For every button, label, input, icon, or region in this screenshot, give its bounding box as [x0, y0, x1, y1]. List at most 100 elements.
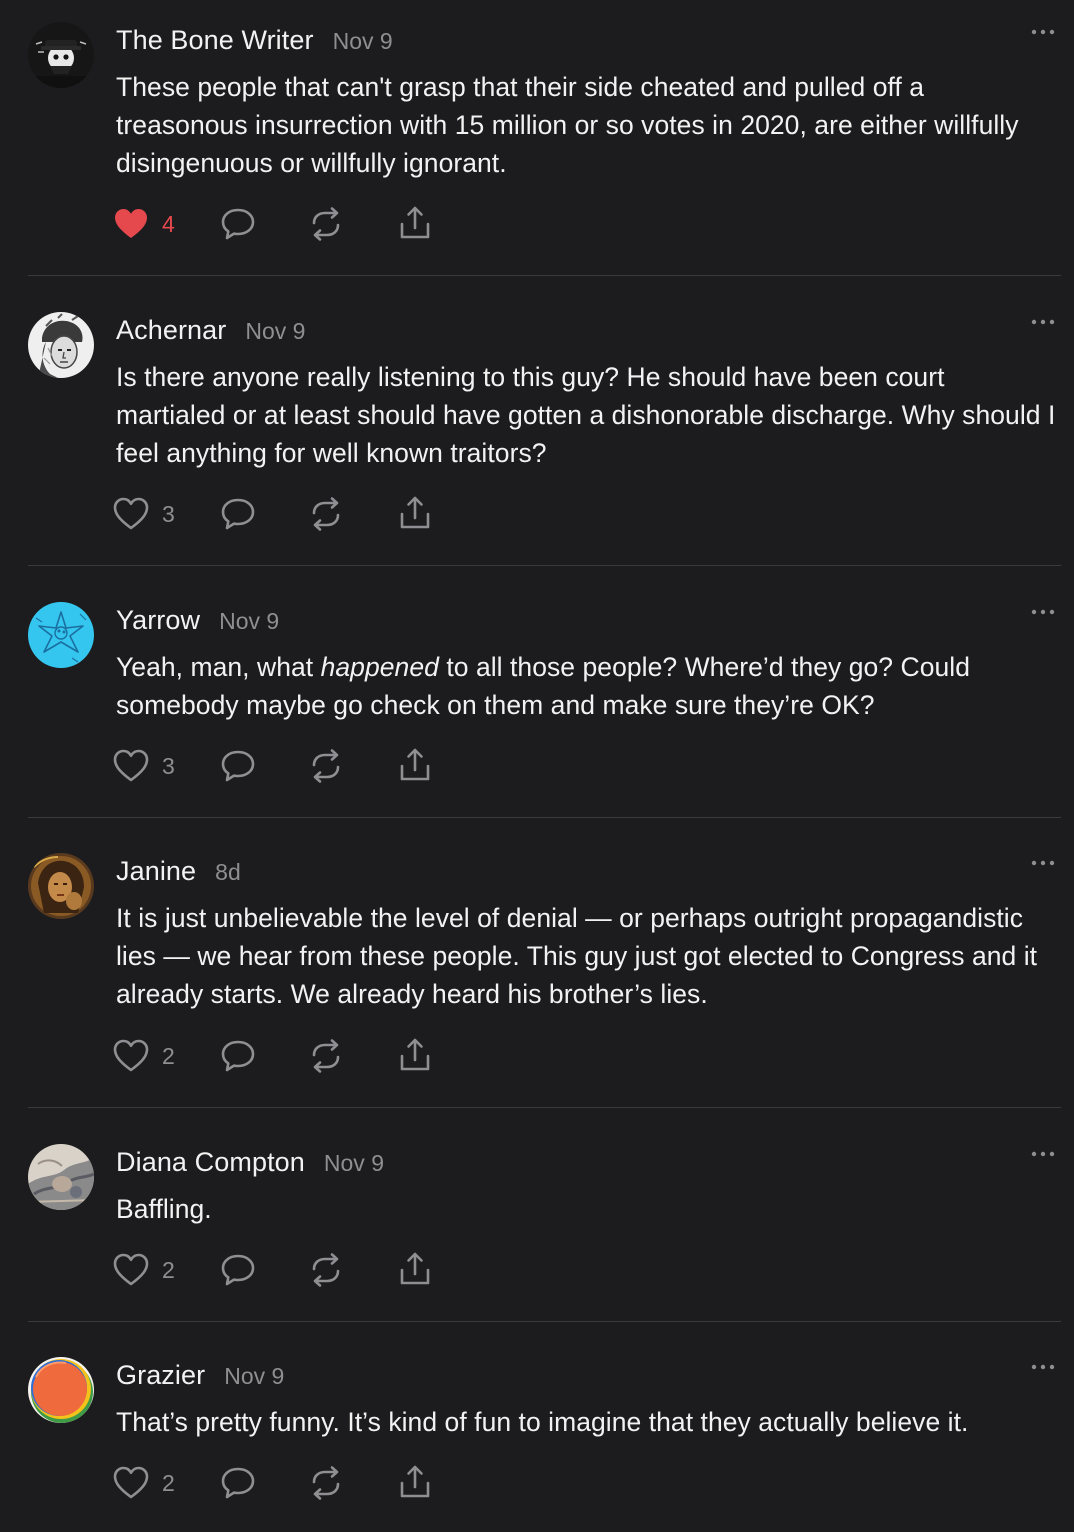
- author-name[interactable]: The Bone Writer: [116, 25, 314, 56]
- like-button[interactable]: 2: [112, 1036, 175, 1076]
- comment-text: Is there anyone really listening to this…: [116, 362, 1056, 468]
- divider: [28, 1107, 1061, 1108]
- avatar[interactable]: [28, 1144, 94, 1210]
- restack-icon: [312, 749, 340, 783]
- speech-bubble-icon: [221, 1467, 255, 1499]
- restack-icon: [312, 497, 340, 531]
- share-icon: [400, 1252, 430, 1285]
- comment-header: Achernar Nov 9: [116, 315, 305, 351]
- like-button[interactable]: 3: [112, 494, 175, 534]
- more-options-button[interactable]: [1026, 314, 1060, 330]
- restack-button[interactable]: [306, 1036, 346, 1076]
- reply-button[interactable]: [218, 204, 258, 244]
- comment-date[interactable]: Nov 9: [333, 28, 393, 55]
- like-button[interactable]: 2: [112, 1250, 175, 1290]
- share-button[interactable]: [395, 1463, 435, 1503]
- restack-icon: [312, 1253, 340, 1287]
- comment-item: Grazier Nov 9 That’s pretty funny. It’s …: [0, 1357, 1074, 1532]
- share-icon: [400, 496, 430, 529]
- like-count: 2: [162, 1256, 175, 1283]
- share-button[interactable]: [395, 204, 435, 244]
- reply-button[interactable]: [218, 746, 258, 786]
- restack-button[interactable]: [306, 1250, 346, 1290]
- more-icon: [1031, 860, 1055, 866]
- heart-icon: [113, 749, 149, 782]
- author-name[interactable]: Yarrow: [116, 605, 200, 636]
- comment-text-emphasis: happened: [320, 652, 439, 682]
- comment-date[interactable]: Nov 9: [245, 318, 305, 345]
- comment-date[interactable]: Nov 9: [219, 608, 279, 635]
- comment-item: Yarrow Nov 9 Yeah, man, what happened to…: [0, 602, 1074, 818]
- share-icon: [400, 206, 430, 239]
- more-options-button[interactable]: [1026, 855, 1060, 871]
- heart-icon: [113, 1039, 149, 1072]
- avatar[interactable]: [28, 22, 94, 88]
- author-name[interactable]: Diana Compton: [116, 1147, 305, 1178]
- comment-actions: 2: [112, 1036, 452, 1076]
- more-icon: [1031, 1364, 1055, 1370]
- comment-text: Yeah, man, what happened to all those pe…: [116, 648, 1056, 724]
- restack-icon: [312, 1466, 340, 1500]
- comment-header: Janine 8d: [116, 856, 241, 892]
- author-name[interactable]: Grazier: [116, 1360, 205, 1391]
- comment-date[interactable]: Nov 9: [224, 1363, 284, 1390]
- share-icon: [400, 1038, 430, 1071]
- reply-button[interactable]: [218, 1250, 258, 1290]
- comment-date[interactable]: 8d: [215, 859, 241, 886]
- comment-date[interactable]: Nov 9: [324, 1150, 384, 1177]
- avatar[interactable]: [28, 853, 94, 919]
- share-button[interactable]: [395, 494, 435, 534]
- restack-icon: [312, 1039, 340, 1073]
- reply-button[interactable]: [218, 1036, 258, 1076]
- speech-bubble-icon: [221, 498, 255, 530]
- author-name[interactable]: Achernar: [116, 315, 226, 346]
- like-button[interactable]: 3: [112, 746, 175, 786]
- comment-text: That’s pretty funny. It’s kind of fun to…: [116, 1407, 969, 1437]
- divider: [28, 275, 1061, 276]
- avatar[interactable]: [28, 602, 94, 668]
- comment-actions: 2: [112, 1250, 452, 1290]
- speech-bubble-icon: [221, 1254, 255, 1286]
- comment-header: Grazier Nov 9: [116, 1360, 284, 1396]
- restack-button[interactable]: [306, 494, 346, 534]
- more-options-button[interactable]: [1026, 1359, 1060, 1375]
- janine-avatar-icon: [28, 853, 94, 919]
- share-button[interactable]: [395, 1250, 435, 1290]
- comment-actions: 4: [112, 204, 452, 244]
- more-icon: [1031, 319, 1055, 325]
- divider: [28, 817, 1061, 818]
- avatar[interactable]: [28, 312, 94, 378]
- like-count: 2: [162, 1469, 175, 1496]
- more-options-button[interactable]: [1026, 24, 1060, 40]
- restack-button[interactable]: [306, 746, 346, 786]
- like-count: 2: [162, 1042, 175, 1069]
- author-name[interactable]: Janine: [116, 856, 196, 887]
- more-options-button[interactable]: [1026, 604, 1060, 620]
- reply-button[interactable]: [218, 494, 258, 534]
- comment-text: It is just unbelievable the level of den…: [116, 903, 1038, 1009]
- achernar-avatar-icon: [28, 312, 94, 378]
- comment-actions: 3: [112, 494, 452, 534]
- speech-bubble-icon: [221, 1040, 255, 1072]
- heart-icon: [113, 1466, 149, 1499]
- comment-item: The Bone Writer Nov 9 These people that …: [0, 22, 1074, 276]
- comment-item: Achernar Nov 9 Is there anyone really li…: [0, 312, 1074, 566]
- restack-button[interactable]: [306, 204, 346, 244]
- more-options-button[interactable]: [1026, 1146, 1060, 1162]
- like-button[interactable]: 2: [112, 1463, 175, 1503]
- comment-text: Baffling.: [116, 1194, 212, 1224]
- restack-button[interactable]: [306, 1463, 346, 1503]
- avatar[interactable]: [28, 1357, 94, 1423]
- comment-text-part: Yeah, man, what: [116, 652, 321, 682]
- comment-item: Diana Compton Nov 9 Baffling. 2: [0, 1144, 1074, 1322]
- like-button[interactable]: 4: [112, 204, 175, 244]
- like-count: 3: [162, 500, 175, 527]
- divider: [28, 565, 1061, 566]
- share-button[interactable]: [395, 746, 435, 786]
- share-button[interactable]: [395, 1036, 435, 1076]
- reply-button[interactable]: [218, 1463, 258, 1503]
- divider: [28, 1321, 1061, 1322]
- speech-bubble-icon: [221, 750, 255, 782]
- share-icon: [400, 748, 430, 781]
- comment-actions: 3: [112, 746, 452, 786]
